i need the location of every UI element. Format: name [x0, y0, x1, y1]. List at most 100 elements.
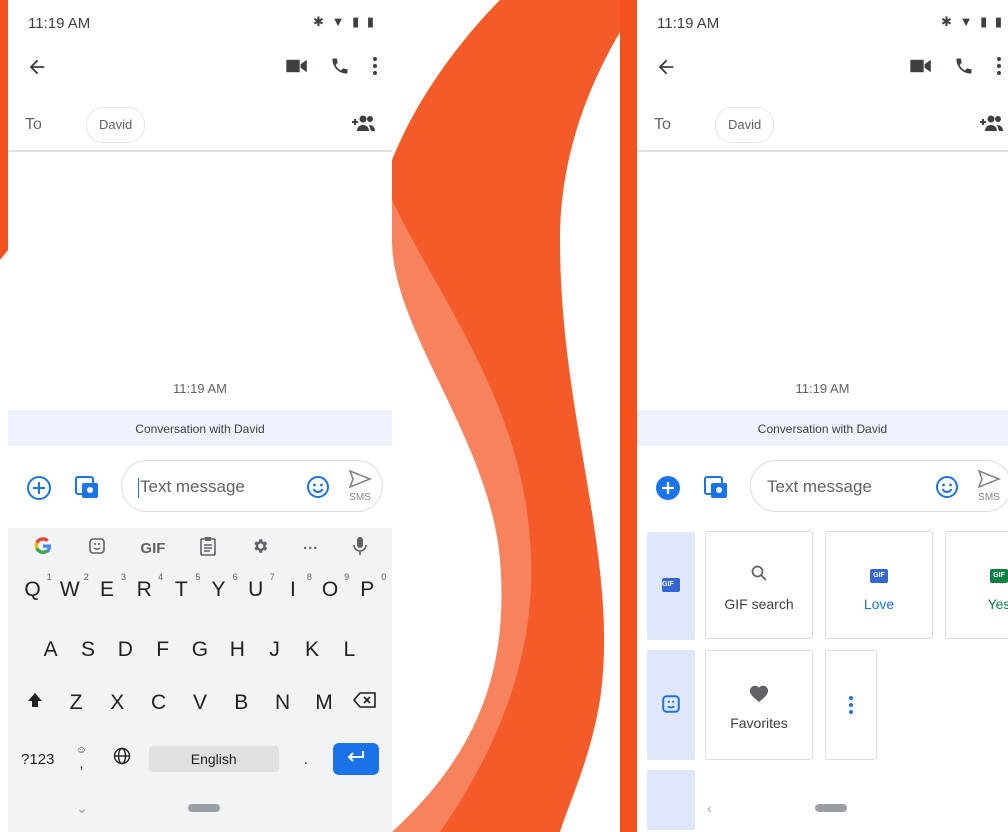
recipient-chip[interactable]: David	[715, 107, 775, 143]
key-c[interactable]: C	[146, 691, 172, 715]
send-button[interactable]: SMS	[977, 469, 1002, 503]
status-time: 11:19 AM	[657, 15, 720, 32]
gif-love-tile[interactable]: GIF Love	[825, 531, 933, 639]
message-placeholder: Text message	[767, 477, 872, 496]
wifi-icon: ▼	[959, 14, 975, 30]
shift-key-icon[interactable]	[22, 691, 48, 715]
add-person-icon[interactable]	[978, 114, 1004, 137]
key-n[interactable]: N	[270, 691, 296, 715]
key-k[interactable]: K	[299, 638, 325, 662]
wifi-icon: ▼	[331, 14, 347, 30]
composer: Text message SMS	[637, 446, 1008, 528]
more-options-tile[interactable]	[825, 650, 877, 760]
key-d[interactable]: D	[112, 638, 138, 662]
status-time: 11:19 AM	[28, 15, 91, 32]
message-input[interactable]: Text message SMS	[750, 460, 1008, 512]
more-vert-icon[interactable]	[372, 56, 378, 81]
gif-yes-label: Yes	[987, 596, 1008, 612]
system-nav-bar: ⌄	[8, 792, 392, 832]
status-bar: 11:19 AM ✱ ▼ ▮ ▮	[637, 0, 1008, 46]
gif-badge-icon: GIF	[870, 569, 888, 583]
to-label: To	[654, 116, 671, 133]
key-v[interactable]: V	[187, 691, 213, 715]
app-bar	[637, 46, 1008, 92]
message-input[interactable]: Text message SMS	[121, 460, 383, 512]
key-i[interactable]: I8	[280, 572, 312, 602]
key-e[interactable]: E3	[94, 572, 126, 602]
key-t[interactable]: T5	[168, 572, 200, 602]
key-o[interactable]: O9	[317, 572, 349, 602]
gif-sticker-panel: GIF GIF search GIF Love GIF Yes Favorite…	[637, 528, 1008, 832]
gif-tool[interactable]: GIF	[140, 540, 165, 557]
key-s[interactable]: S	[75, 638, 101, 662]
clipboard-icon[interactable]	[200, 536, 216, 561]
add-attachment-button[interactable]	[26, 475, 52, 506]
keyboard: GIF ··· Q1 W2 E3 R4 T5 Y6 U7 I8 O9 P0 A …	[8, 528, 392, 832]
bluetooth-icon: ✱	[313, 13, 326, 29]
back-arrow-icon[interactable]	[26, 56, 48, 83]
period-key[interactable]: .	[293, 751, 319, 768]
to-label: To	[25, 116, 42, 133]
symbols-key[interactable]: ?123	[21, 751, 54, 768]
gallery-button[interactable]	[703, 474, 729, 505]
signal-icon: ▮	[352, 13, 362, 29]
gif-search-label: GIF search	[724, 596, 794, 612]
gif-yes-tile[interactable]: GIF Yes	[945, 531, 1008, 639]
emoji-comma-key[interactable]: ☺ ,	[69, 745, 95, 772]
sticker-icon[interactable]	[88, 537, 106, 560]
phone-call-icon[interactable]	[954, 56, 974, 81]
key-z[interactable]: Z	[63, 691, 89, 715]
nav-back-chevron-icon[interactable]: ‹	[707, 800, 712, 816]
status-icons: ✱ ▼ ▮ ▮	[313, 13, 376, 30]
gallery-button[interactable]	[74, 474, 100, 505]
key-p[interactable]: P0	[354, 572, 386, 602]
phone-call-icon[interactable]	[330, 56, 350, 81]
more-vert-icon[interactable]	[996, 56, 1002, 81]
send-button[interactable]: SMS	[348, 469, 373, 503]
back-arrow-icon[interactable]	[655, 56, 677, 83]
key-m[interactable]: M	[311, 691, 337, 715]
video-call-icon[interactable]	[286, 58, 308, 79]
key-l[interactable]: L	[336, 638, 362, 662]
key-j[interactable]: J	[262, 638, 288, 662]
gif-love-label: Love	[863, 596, 895, 612]
gif-badge-icon: GIF	[990, 569, 1008, 583]
sticker-category-tab[interactable]	[647, 650, 695, 760]
globe-key-icon[interactable]	[109, 747, 135, 771]
key-u[interactable]: U7	[243, 572, 275, 602]
favorites-label: Favorites	[730, 715, 788, 731]
key-h[interactable]: H	[224, 638, 250, 662]
key-y[interactable]: Y6	[206, 572, 238, 602]
gif-search-tile[interactable]: GIF search	[705, 531, 813, 639]
gif-category-tab[interactable]: GIF	[647, 532, 695, 640]
microphone-icon[interactable]	[352, 536, 367, 561]
space-bar[interactable]: English	[148, 746, 279, 772]
key-b[interactable]: B	[228, 691, 254, 715]
key-q[interactable]: Q1	[20, 572, 51, 602]
app-bar	[8, 46, 392, 92]
send-sms-label: SMS	[349, 492, 371, 503]
key-g[interactable]: G	[187, 638, 213, 662]
key-r[interactable]: R4	[131, 572, 164, 602]
key-row-4: ?123 ☺ , English .	[8, 743, 392, 775]
emoji-icon[interactable]	[306, 475, 330, 504]
google-icon[interactable]	[33, 536, 53, 561]
add-person-icon[interactable]	[350, 114, 376, 137]
key-f[interactable]: F	[150, 638, 176, 662]
settings-gear-icon[interactable]	[251, 537, 269, 560]
recipient-bar: To David	[8, 100, 392, 152]
enter-key[interactable]	[332, 743, 379, 775]
more-tools-icon[interactable]: ···	[303, 540, 318, 557]
key-x[interactable]: X	[104, 691, 130, 715]
home-pill[interactable]	[815, 804, 847, 812]
key-w[interactable]: W2	[57, 572, 89, 602]
add-attachment-button[interactable]	[655, 475, 681, 506]
hide-keyboard-chevron-icon[interactable]: ⌄	[76, 800, 88, 817]
favorites-tile[interactable]: Favorites	[705, 650, 813, 760]
backspace-key-icon[interactable]	[352, 691, 378, 715]
key-a[interactable]: A	[38, 638, 64, 662]
home-pill[interactable]	[188, 804, 220, 812]
video-call-icon[interactable]	[910, 58, 932, 79]
emoji-icon[interactable]	[935, 475, 959, 504]
recipient-chip[interactable]: David	[86, 107, 146, 143]
